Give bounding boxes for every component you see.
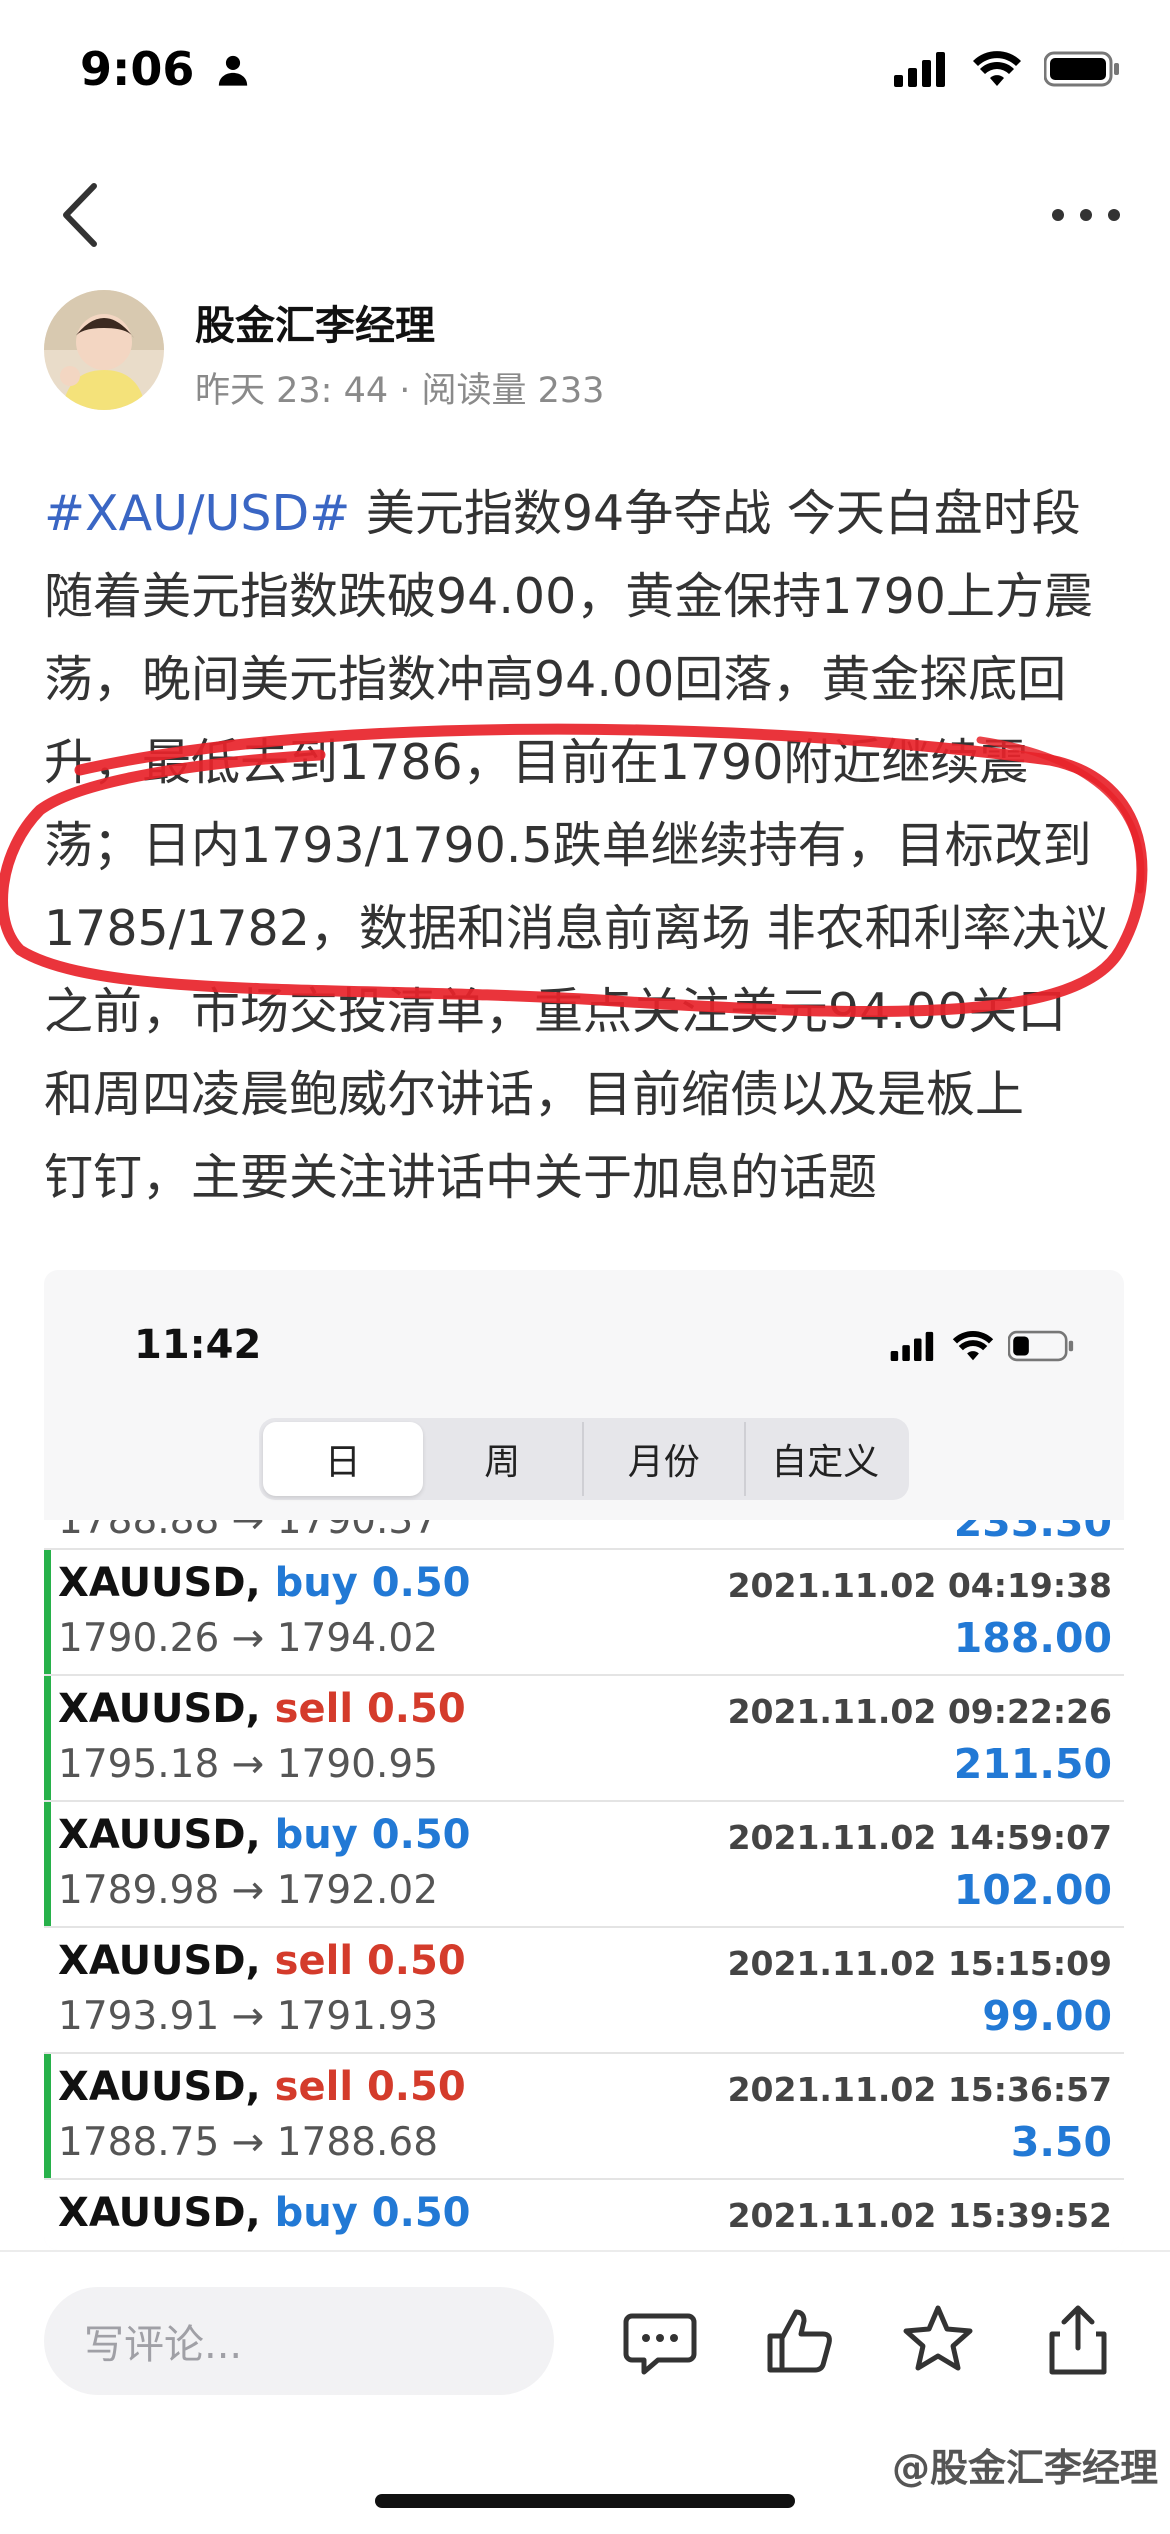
table-row[interactable]: XAUUSD, sell 0.50 1788.75 → 1788.68 2021.1…: [44, 2054, 1124, 2180]
tab-month[interactable]: 月份: [582, 1422, 744, 1496]
comment-icon[interactable]: [622, 2302, 698, 2378]
battery-icon: [1044, 51, 1119, 87]
comment-input[interactable]: 写评论...: [44, 2287, 554, 2395]
cellular-signal-icon: [894, 52, 945, 87]
trade-side: buy: [274, 2190, 358, 2236]
post-line: 之前，市场交投清单，重点关注美元94.00关口: [44, 983, 1067, 1040]
post-line: 钉钉，主要关注讲话中关于加息的话题: [44, 1149, 878, 1206]
trade-side: buy: [274, 1560, 358, 1606]
trade-symbol: XAUUSD, sell 0.50: [58, 2064, 466, 2110]
trade-datetime: 2021.11.02 04:19:38: [727, 1566, 1112, 1605]
person-icon: [219, 55, 248, 86]
trade-prices: 1793.91 → 1791.93: [58, 1994, 439, 2039]
trade-prices: 1788.88 → 1790.37: [58, 1520, 439, 1543]
period-segmented-control: 日 周 月份 自定义: [259, 1418, 909, 1500]
trade-lots: 0.50: [366, 2064, 466, 2110]
battery-low-icon: [1008, 1330, 1074, 1362]
post-body: #XAU/USD# 美元指数94争夺战 今天白盘时段 随着美元指数跌破94.00…: [44, 472, 1134, 1219]
post-line: #XAU/USD# 美元指数94争夺战 今天白盘时段: [44, 485, 1081, 542]
home-indicator[interactable]: [375, 2494, 795, 2508]
trade-prices: 1790.26 → 1794.02: [58, 1616, 439, 1661]
more-horizontal-icon: [1052, 209, 1120, 221]
screenshot-status-time: 11:42: [134, 1322, 262, 1368]
trade-lots: 0.50: [366, 1938, 466, 1984]
trade-datetime: 2021.11.02 15:39:52: [727, 2196, 1112, 2235]
cellular-signal-icon: [890, 1331, 934, 1361]
trade-history-list[interactable]: 1788.88 → 1790.37 233.30 XAUUSD, buy 0.5…: [44, 1520, 1124, 2250]
trade-symbol: XAUUSD, buy 0.50: [58, 1560, 471, 1606]
trade-datetime: 2021.11.02 15:36:57: [727, 2070, 1112, 2109]
wifi-icon: [973, 51, 1021, 86]
author-name[interactable]: 股金汇李经理: [195, 293, 435, 351]
table-row-partial: 1788.88 → 1790.37 233.30: [44, 1520, 1124, 1550]
tab-custom[interactable]: 自定义: [743, 1422, 906, 1496]
hashtag-link[interactable]: #XAU/USD#: [44, 485, 350, 542]
back-button[interactable]: [52, 180, 112, 250]
trade-lots: 0.50: [371, 2190, 471, 2236]
bottom-action-bar: 写评论... @股金汇李经理: [0, 2250, 1170, 2534]
trade-side: buy: [274, 1812, 358, 1858]
trade-symbol: XAUUSD, sell 0.50: [58, 1686, 466, 1732]
table-row[interactable]: XAUUSD, buy 0.50 1790.26 → 1794.02 2021.11…: [44, 1550, 1124, 1676]
trade-datetime: 2021.11.02 15:15:09: [727, 1944, 1112, 1983]
embedded-screenshot[interactable]: 11:42 日 周 月份 自定义 1788.88 → 1790.37 233.3…: [44, 1270, 1124, 2250]
row-marker: [44, 1550, 51, 1674]
trade-symbol: XAUUSD, buy 0.50: [58, 2190, 471, 2236]
tab-day[interactable]: 日: [263, 1422, 423, 1496]
screenshot-status-icons: [890, 1330, 1074, 1362]
trade-datetime: 2021.11.02 14:59:07: [727, 1818, 1112, 1857]
trade-profit: 99.00: [982, 1992, 1112, 2040]
trade-datetime: 2021.11.02 09:22:26: [727, 1692, 1112, 1731]
table-row[interactable]: XAUUSD, sell 0.50 1795.18 → 1790.95 2021.1…: [44, 1676, 1124, 1802]
trade-side: sell: [274, 2064, 354, 2110]
post-line: 升，最低去到1786，目前在1790附近继续震: [44, 734, 1029, 791]
star-icon[interactable]: [900, 2302, 976, 2378]
table-row[interactable]: XAUUSD, buy 0.50 2021.11.02 15:39:52: [44, 2180, 1124, 2250]
trade-lots: 0.50: [371, 1812, 471, 1858]
trade-profit: 188.00: [953, 1614, 1112, 1662]
watermark: @股金汇李经理: [891, 2446, 1158, 2490]
trade-profit: 3.50: [1010, 2118, 1112, 2166]
more-button[interactable]: [1046, 200, 1126, 230]
share-icon[interactable]: [1040, 2302, 1116, 2378]
trade-prices: 1789.98 → 1792.02: [58, 1868, 439, 1913]
post-line: 1785/1782，数据和消息前离场 非农和利率决议: [44, 900, 1110, 957]
table-row[interactable]: XAUUSD, buy 0.50 1789.98 → 1792.02 2021.11…: [44, 1802, 1124, 1928]
trade-profit: 102.00: [953, 1866, 1112, 1914]
post-line: 随着美元指数跌破94.00，黄金保持1790上方震: [44, 568, 1093, 625]
post-line: 和周四凌晨鲍威尔讲话，目前缩债以及是板上: [44, 1066, 1025, 1123]
like-icon[interactable]: [762, 2302, 838, 2378]
trade-prices: 1795.18 → 1790.95: [58, 1742, 439, 1787]
post-line: 荡，晚间美元指数冲高94.00回落，黄金探底回: [44, 651, 1067, 708]
status-icons: [894, 50, 1120, 88]
trade-side: sell: [274, 1686, 354, 1732]
wifi-icon: [952, 1330, 994, 1361]
tab-week[interactable]: 周: [423, 1422, 583, 1496]
post-meta: 昨天 23: 44 · 阅读量 233: [195, 371, 605, 411]
status-time: 9:06: [80, 42, 250, 96]
row-marker: [44, 1676, 51, 1800]
trade-prices: 1788.75 → 1788.68: [58, 2120, 439, 2165]
chevron-left-icon: [63, 183, 97, 247]
row-marker: [44, 1802, 51, 1926]
trade-lots: 0.50: [366, 1686, 466, 1732]
trade-profit: 211.50: [953, 1740, 1112, 1788]
trade-profit: 233.30: [953, 1520, 1112, 1546]
trade-symbol: XAUUSD, buy 0.50: [58, 1812, 471, 1858]
row-marker: [44, 2054, 51, 2178]
avatar-image: [44, 290, 164, 410]
avatar[interactable]: [44, 290, 164, 410]
table-row[interactable]: XAUUSD, sell 0.50 1793.91 → 1791.93 2021.1…: [44, 1928, 1124, 2054]
trade-symbol: XAUUSD, sell 0.50: [58, 1938, 466, 1984]
trade-lots: 0.50: [371, 1560, 471, 1606]
trade-side: sell: [274, 1938, 354, 1984]
post-line: 荡；日内1793/1790.5跌单继续持有，目标改到: [44, 817, 1092, 874]
